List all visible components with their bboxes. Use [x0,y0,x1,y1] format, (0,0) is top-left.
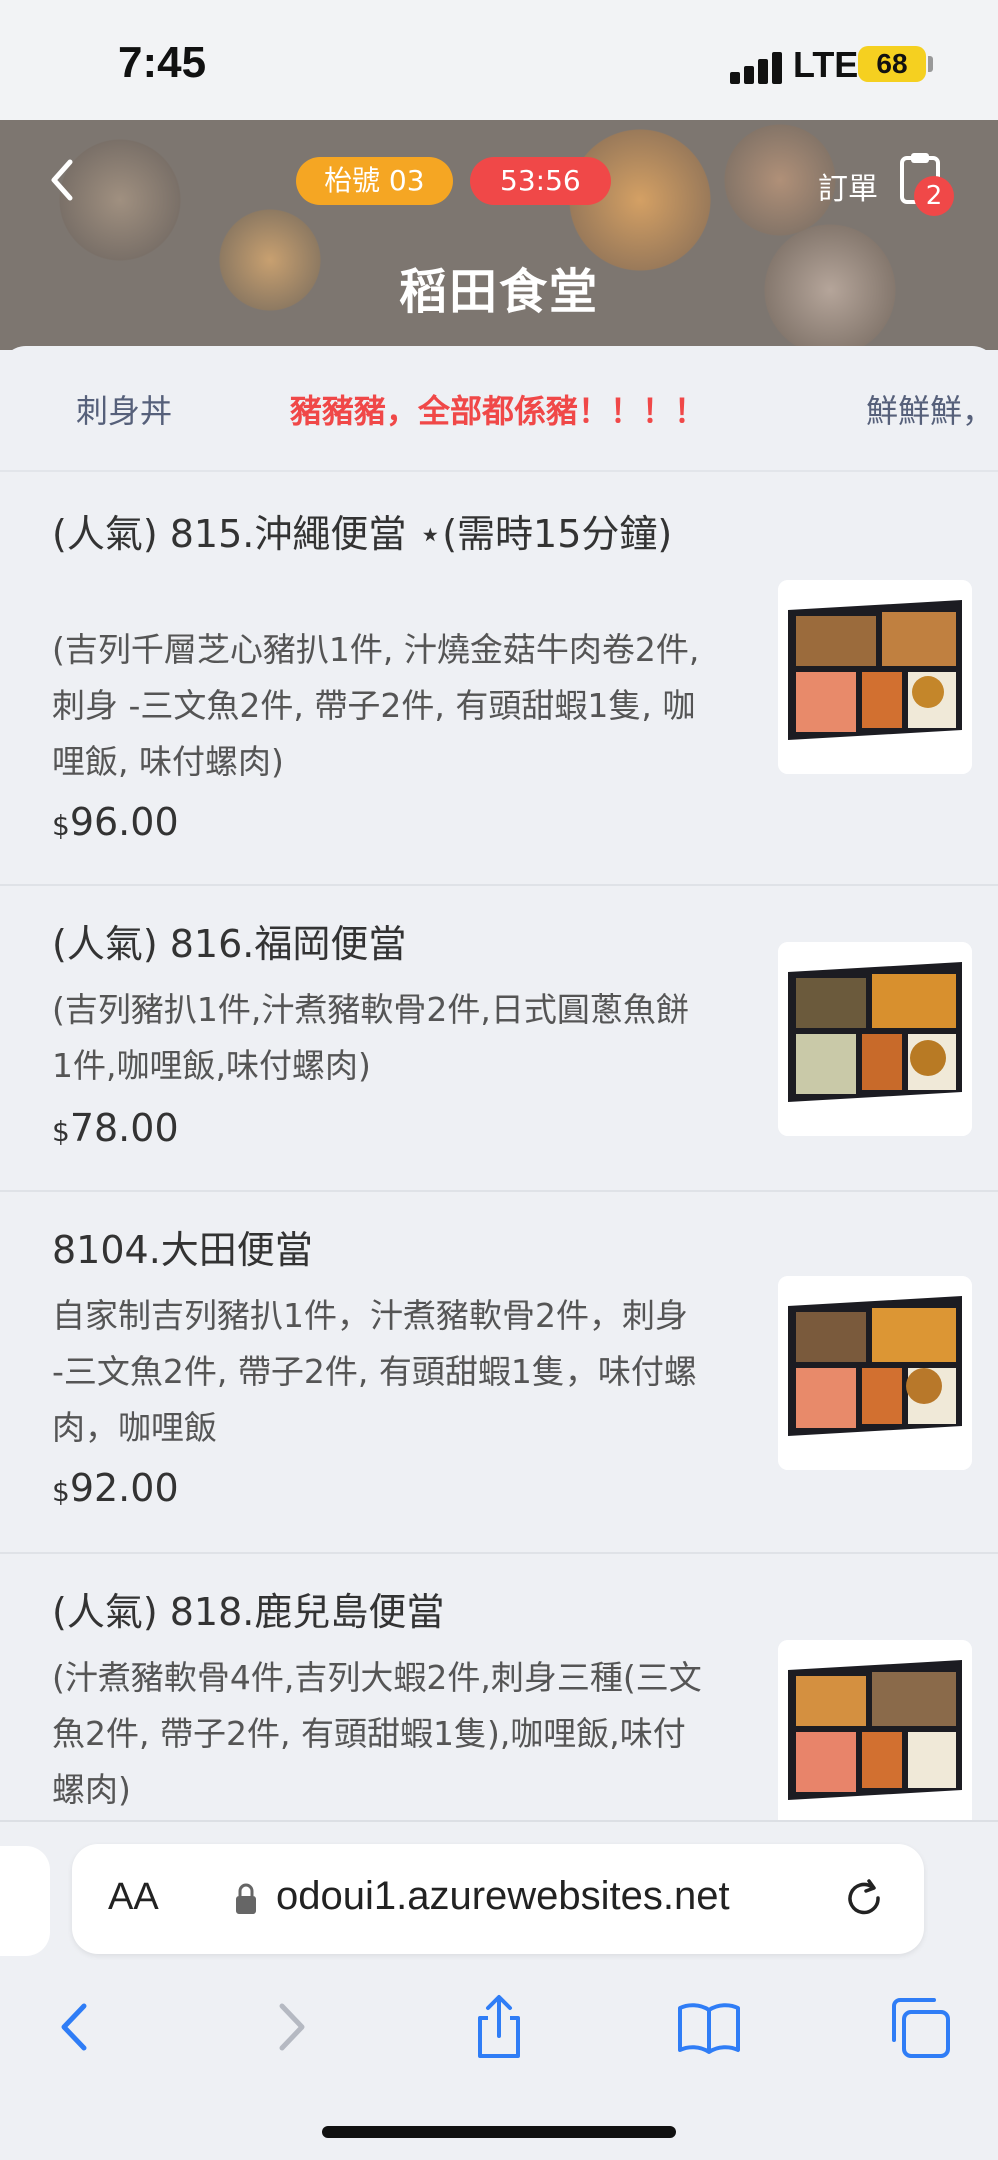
menu-list: (人氣) 815.沖繩便當 ⋆(需時15分鐘) (吉列千層芝心豬扒1件, 汁燒金… [0,470,998,1820]
chevron-left-icon [51,159,73,201]
text-size-button[interactable]: AA [108,1876,159,1919]
previous-tab-preview[interactable] [0,1846,50,1956]
currency-symbol: $ [52,809,70,842]
item-title: (人氣) 815.沖繩便當 ⋆(需時15分鐘) [52,512,673,556]
address-bar[interactable]: AA odoui1.azurewebsites.net [72,1844,924,1954]
bento-photo [778,942,972,1136]
lock-icon [236,1883,256,1914]
bento-photo [778,1640,972,1820]
menu-item[interactable]: (人氣) 816.福岡便當 (吉列豬扒1件,汁煮豬軟骨2件,日式圓蔥魚餅1件,咖… [0,884,998,1192]
item-price: $92.00 [52,1466,179,1510]
item-description: 自家制吉列豬扒1件，汁煮豬軟骨2件，刺身 -三文魚2件, 帶子2件, 有頭甜蝦1… [52,1296,697,1447]
timer-badge: 53:56 [470,157,611,205]
item-image[interactable] [778,1276,972,1470]
item-description: (吉列豬扒1件,汁煮豬軟骨2件,日式圓蔥魚餅1件,咖哩飯,味付螺肉) [52,990,689,1085]
price-value: 92.00 [69,1466,179,1510]
browser-back-button[interactable] [40,1992,110,2062]
menu-item[interactable]: (人氣) 818.鹿兒島便當 (汁煮豬軟骨4件,吉列大蝦2件,刺身三種(三文魚2… [0,1552,998,1820]
browser-address-area: AA odoui1.azurewebsites.net [0,1820,998,1972]
bento-photo [778,1276,972,1470]
tab-pork[interactable]: 豬豬豬，全部都係豬！！！！ [290,386,706,432]
book-icon [678,2003,740,2054]
tab-fresh[interactable]: 鮮鮮鮮， [866,386,994,432]
item-image[interactable] [778,580,972,774]
signal-strength-icon [730,50,786,84]
item-price: $78.00 [52,1106,179,1150]
item-description: (汁煮豬軟骨4件,吉列大蝦2件,刺身三種(三文魚2件, 帶子2件, 有頭甜蝦1隻… [52,1658,702,1809]
chevron-left-icon [61,2003,87,2051]
menu-item[interactable]: (人氣) 815.沖繩便當 ⋆(需時15分鐘) (吉列千層芝心豬扒1件, 汁燒金… [0,470,998,886]
browser-forward-button[interactable] [256,1992,326,2062]
item-title: 8104.大田便當 [52,1228,313,1272]
currency-symbol: $ [52,1115,70,1148]
item-price: $96.00 [52,800,179,844]
menu-item[interactable]: 8104.大田便當 自家制吉列豬扒1件，汁煮豬軟骨2件，刺身 -三文魚2件, 帶… [0,1190,998,1554]
item-image[interactable] [778,942,972,1136]
category-tabs: 刺身丼 豬豬豬，全部都係豬！！！！ 鮮鮮鮮， [0,346,998,472]
reload-icon[interactable] [842,1876,888,1922]
table-number-badge: 枱號 03 [296,157,453,205]
price-value: 78.00 [69,1106,179,1150]
item-description: (吉列千層芝心豬扒1件, 汁燒金菇牛肉卷2件, 刺身 -三文魚2件, 帶子2件,… [52,630,700,781]
order-count-badge: 2 [914,176,954,216]
price-value: 96.00 [69,800,179,844]
status-bar: 7:45 LTE 68 [0,0,998,120]
item-title: (人氣) 816.福岡便當 [52,922,407,966]
item-image[interactable] [778,1640,972,1820]
network-type: LTE [793,44,859,85]
order-label[interactable]: 訂單 [818,164,878,208]
share-button[interactable] [464,1992,534,2062]
tabs-button[interactable] [886,1992,956,2062]
browser-toolbar [0,1970,998,2160]
restaurant-header: 枱號 03 53:56 訂單 2 稻田食堂 [0,120,998,350]
tab-sashimi-don[interactable]: 刺身丼 [76,386,172,432]
back-button[interactable] [38,150,88,210]
bento-photo [778,580,972,774]
tabs-icon [892,1998,950,2058]
url-text[interactable]: odoui1.azurewebsites.net [276,1874,730,1919]
share-icon [478,1995,520,2058]
currency-symbol: $ [52,1475,70,1508]
battery-icon: 68 [858,46,926,82]
status-time: 7:45 [118,38,207,87]
bookmarks-button[interactable] [674,1992,744,2062]
battery-cap [928,56,933,72]
restaurant-name: 稻田食堂 [398,264,599,320]
item-title: (人氣) 818.鹿兒島便當 [52,1590,445,1634]
chevron-right-icon [279,2003,305,2051]
home-indicator [322,2126,676,2138]
